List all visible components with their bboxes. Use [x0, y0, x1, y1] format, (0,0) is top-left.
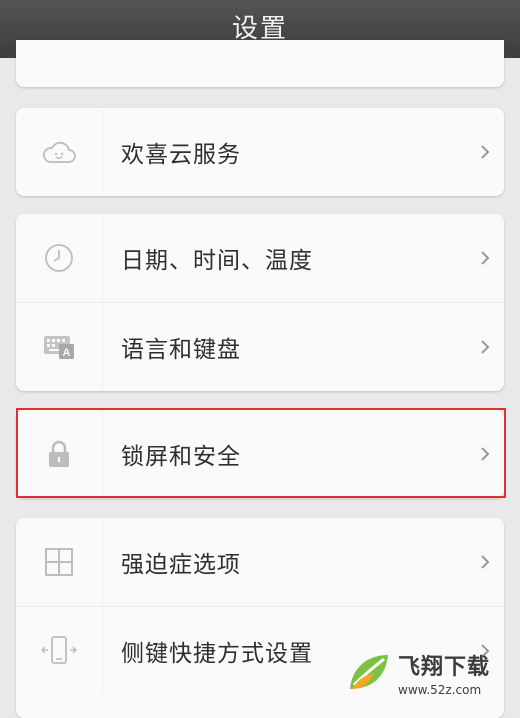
chevron-right-icon — [481, 340, 490, 354]
settings-group-system: 日期、时间、温度 A 语言和键盘 — [16, 214, 504, 391]
settings-item-ocd-options[interactable]: 强迫症选项 — [16, 518, 504, 606]
partial-settings-card — [16, 40, 504, 87]
chevron-right-icon — [481, 447, 490, 461]
leaf-logo-icon — [350, 655, 388, 689]
watermark-url: www.52z.com — [398, 683, 482, 697]
cloud-icon — [43, 141, 76, 163]
chevron-right-icon — [481, 145, 490, 159]
settings-item-cloud-service[interactable]: 欢喜云服务 — [16, 108, 504, 196]
watermark-brand: 飞翔下载 — [398, 655, 491, 680]
settings-group-security: 锁屏和安全 — [16, 410, 504, 498]
settings-item-label: 侧键快捷方式设置 — [121, 641, 313, 667]
settings-item-lock-security[interactable]: 锁屏和安全 — [16, 410, 504, 498]
settings-item-label: 锁屏和安全 — [121, 444, 241, 470]
clock-icon — [45, 244, 73, 272]
settings-item-label: 日期、时间、温度 — [121, 248, 313, 274]
chevron-right-icon — [481, 251, 490, 265]
watermark-logo: 飞翔下载 www.52z.com — [344, 640, 520, 706]
side-key-phone-icon — [41, 636, 77, 664]
lock-icon — [49, 440, 69, 467]
settings-item-date-time[interactable]: 日期、时间、温度 — [16, 214, 504, 302]
grid-icon — [45, 548, 73, 576]
settings-group-cloud: 欢喜云服务 — [16, 108, 504, 196]
settings-item-label: 语言和键盘 — [121, 337, 241, 363]
keyboard-icon: A — [44, 336, 74, 359]
settings-item-language-keyboard[interactable]: A 语言和键盘 — [16, 302, 504, 391]
settings-item-label: 强迫症选项 — [121, 552, 241, 578]
chevron-right-icon — [481, 555, 490, 569]
svg-text:A: A — [63, 347, 71, 359]
settings-item-label: 欢喜云服务 — [121, 142, 241, 168]
